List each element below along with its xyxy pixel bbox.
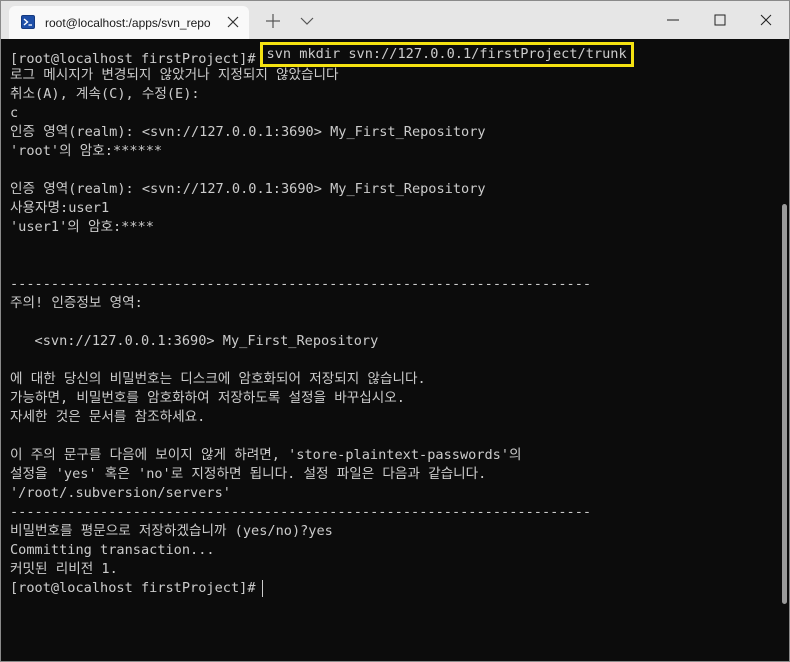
output-line: 로그 메시지가 변경되지 않았거나 지정되지 않았습니다 — [10, 67, 339, 83]
output-line: 설정을 'yes' 혹은 'no'로 지정하면 됩니다. 설정 파일은 다음과 … — [10, 466, 487, 482]
terminal-output[interactable]: [root@localhost firstProject]# svn mkdir … — [1, 39, 771, 661]
output-line: 인증 영역(realm): <svn://127.0.0.1:3690> My_… — [10, 181, 486, 197]
close-icon — [760, 14, 772, 26]
terminal-icon — [21, 15, 35, 29]
plus-icon[interactable] — [265, 13, 281, 29]
scrollbar-thumb[interactable] — [782, 204, 787, 604]
minimize-icon — [667, 19, 679, 21]
output-line: 사용자명:user1 — [10, 200, 110, 216]
output-line: 가능하면, 비밀번호를 암호화하여 저장하도록 설정을 바꾸십시오. — [10, 390, 405, 406]
terminal-lines: [root@localhost firstProject]# svn mkdir … — [10, 42, 634, 598]
prompt: [root@localhost firstProject]# — [10, 51, 256, 67]
window-close-button[interactable] — [743, 1, 789, 39]
tab-title: root@localhost:/apps/svn_repo — [45, 16, 211, 30]
output-line: '/root/.subversion/servers' — [10, 485, 231, 501]
scrollbar[interactable] — [774, 39, 789, 661]
output-line: 에 대한 당신의 비밀번호는 디스크에 암호화되어 저장되지 않습니다. — [10, 371, 426, 387]
output-line: 'user1'의 암호:**** — [10, 219, 154, 235]
highlighted-command: svn mkdir svn://127.0.0.1/firstProject/t… — [259, 42, 634, 67]
tab-active[interactable]: root@localhost:/apps/svn_repo — [9, 6, 249, 39]
output-line: <svn://127.0.0.1:3690> My_First_Reposito… — [10, 333, 379, 349]
chevron-down-icon[interactable] — [299, 15, 315, 27]
output-line: 커밋된 리비전 1. — [10, 561, 118, 577]
terminal-window: root@localhost:/apps/svn_repo [root@loca… — [0, 0, 790, 662]
output-line: 취소(A), 계속(C), 수정(E): — [10, 86, 200, 102]
output-line: 인증 영역(realm): <svn://127.0.0.1:3690> My_… — [10, 124, 486, 140]
output-line: 주의! 인증정보 영역: — [10, 295, 143, 311]
text-cursor — [261, 579, 263, 597]
maximize-icon — [714, 14, 726, 26]
maximize-button[interactable] — [697, 1, 743, 39]
command-line: [root@localhost firstProject]# svn mkdir … — [10, 42, 634, 67]
output-line: 이 주의 문구를 다음에 보이지 않게 하려면, 'store-plaintex… — [10, 447, 522, 463]
final-prompt: [root@localhost firstProject]# — [10, 580, 256, 596]
output-line: ----------------------------------------… — [10, 504, 592, 520]
output-block: 로그 메시지가 변경되지 않았거나 지정되지 않았습니다취소(A), 계속(C)… — [10, 66, 634, 579]
output-line: 'root'의 암호:****** — [10, 143, 163, 159]
close-icon[interactable] — [227, 16, 239, 28]
output-line: ----------------------------------------… — [10, 276, 592, 292]
output-line: 비밀번호를 평문으로 저장하겠습니까 (yes/no)?yes — [10, 523, 333, 539]
output-line: 자세한 것은 문서를 참조하세요. — [10, 409, 206, 425]
output-line: Committing transaction... — [10, 542, 215, 558]
title-bar[interactable]: root@localhost:/apps/svn_repo — [1, 1, 789, 39]
output-line: c — [10, 105, 19, 121]
minimize-button[interactable] — [650, 1, 696, 39]
final-prompt-line: [root@localhost firstProject]# — [10, 579, 634, 598]
